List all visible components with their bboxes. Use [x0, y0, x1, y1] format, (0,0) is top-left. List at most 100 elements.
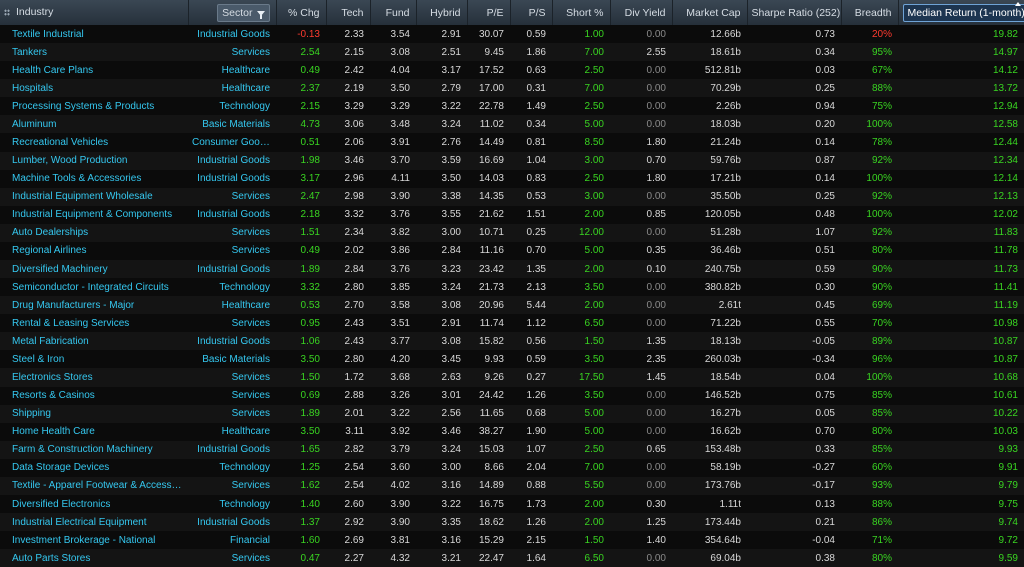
col-header-sharpe[interactable]: Sharpe Ratio (252) — [747, 0, 842, 25]
cell-sector[interactable]: Healthcare — [188, 423, 276, 441]
table-row[interactable]: Electronics Stores Services 1.50 1.72 3.68 2.… — [0, 368, 1024, 387]
cell-sector[interactable]: Industrial Goods — [188, 260, 276, 278]
cell-industry[interactable]: Auto Parts Stores — [0, 549, 188, 567]
sort-descending-icon[interactable] — [1014, 2, 1021, 6]
table-row[interactable]: Investment Brokerage - National Financial… — [0, 531, 1024, 550]
cell-industry[interactable]: Aluminum — [0, 115, 188, 133]
col-header-short[interactable]: Short % — [552, 0, 611, 25]
table-row[interactable]: Steel & Iron Basic Materials 3.50 2.80 4.20 3… — [0, 350, 1024, 369]
table-row[interactable]: Textile - Apparel Footwear & Accessories… — [0, 476, 1024, 496]
col-header-div-yield[interactable]: Div Yield — [610, 0, 673, 25]
table-row[interactable]: Tankers Services 2.54 2.15 3.08 2.51 9.45 1.86 7… — [0, 43, 1024, 62]
cell-sector[interactable]: Technology — [188, 459, 276, 477]
cell-industry[interactable]: Health Care Plans — [0, 61, 188, 79]
cell-sector[interactable]: Industrial Goods — [188, 513, 276, 531]
table-row[interactable]: Shipping Services 1.89 2.01 3.22 2.56 11.65 0.6… — [0, 404, 1024, 423]
cell-sector[interactable]: Basic Materials — [188, 350, 276, 368]
table-row[interactable]: Industrial Equipment & Components Industr… — [0, 205, 1024, 224]
cell-sector[interactable]: Services — [188, 314, 276, 332]
drag-grip-icon[interactable] — [4, 8, 10, 16]
cell-sector[interactable]: Technology — [188, 495, 276, 513]
cell-industry[interactable]: Textile - Apparel Footwear & Accessories — [0, 477, 188, 495]
cell-sector[interactable]: Services — [188, 549, 276, 567]
cell-sector[interactable]: Technology — [188, 278, 276, 296]
cell-sector[interactable]: Industrial Goods — [188, 25, 276, 43]
cell-sector[interactable]: Industrial Goods — [188, 206, 276, 224]
filter-icon[interactable] — [256, 11, 265, 19]
table-row[interactable]: Farm & Construction Machinery Industrial … — [0, 440, 1024, 459]
cell-industry[interactable]: Tankers — [0, 43, 188, 61]
cell-industry[interactable]: Hospitals — [0, 79, 188, 97]
cell-sector[interactable]: Basic Materials — [188, 115, 276, 133]
table-row[interactable]: Machine Tools & Accessories Industrial Go… — [0, 169, 1024, 188]
cell-industry[interactable]: Diversified Electronics — [0, 495, 188, 513]
cell-sector[interactable]: Consumer Goods — [188, 133, 276, 151]
cell-industry[interactable]: Industrial Equipment Wholesale — [0, 188, 188, 206]
cell-sector[interactable]: Industrial Goods — [188, 152, 276, 170]
cell-industry[interactable]: Home Health Care — [0, 423, 188, 441]
cell-industry[interactable]: Rental & Leasing Services — [0, 314, 188, 332]
cell-industry[interactable]: Semiconductor - Integrated Circuits — [0, 278, 188, 296]
cell-sector[interactable]: Services — [188, 368, 276, 386]
table-row[interactable]: Diversified Machinery Industrial Goods 1.8… — [0, 260, 1024, 279]
cell-industry[interactable]: Diversified Machinery — [0, 260, 188, 278]
table-row[interactable]: Textile Industrial Industrial Goods -0.13 2… — [0, 25, 1024, 44]
cell-industry[interactable]: Lumber, Wood Production — [0, 152, 188, 170]
col-header-sector[interactable]: Sector — [188, 0, 277, 25]
table-row[interactable]: Regional Airlines Services 0.49 2.02 3.86 2.8… — [0, 241, 1024, 261]
cell-industry[interactable]: Processing Systems & Products — [0, 97, 188, 115]
table-row[interactable]: Drug Manufacturers - Major Healthcare 0.53… — [0, 296, 1024, 315]
table-row[interactable]: Processing Systems & Products Technology 2… — [0, 97, 1024, 116]
cell-industry[interactable]: Farm & Construction Machinery — [0, 441, 188, 459]
cell-industry[interactable]: Resorts & Casinos — [0, 387, 188, 405]
cell-industry[interactable]: Investment Brokerage - National — [0, 531, 188, 549]
table-row[interactable]: Metal Fabrication Industrial Goods 1.06 2.4… — [0, 332, 1024, 351]
table-row[interactable]: Data Storage Devices Technology 1.25 2.54 3.… — [0, 458, 1024, 477]
table-row[interactable]: Rental & Leasing Services Services 0.95 2.4… — [0, 314, 1024, 333]
col-header-chg[interactable]: % Chg — [276, 0, 327, 25]
col-header-median-return[interactable]: Median Return (1-month) — [898, 0, 1024, 25]
cell-sector[interactable]: Healthcare — [188, 296, 276, 314]
cell-sector[interactable]: Services — [188, 224, 276, 242]
table-row[interactable]: Diversified Electronics Technology 1.40 2.6… — [0, 495, 1024, 514]
cell-industry[interactable]: Regional Airlines — [0, 242, 188, 260]
table-row[interactable]: Auto Dealerships Services 1.51 2.34 3.82 3.00… — [0, 223, 1024, 242]
cell-industry[interactable]: Shipping — [0, 405, 188, 423]
col-header-market-cap[interactable]: Market Cap — [672, 0, 748, 25]
col-header-fund[interactable]: Fund — [370, 0, 417, 25]
table-row[interactable]: Auto Parts Stores Services 0.47 2.27 4.32 3.2… — [0, 549, 1024, 567]
cell-sector[interactable]: Technology — [188, 97, 276, 115]
table-row[interactable]: Industrial Electrical Equipment Industria… — [0, 513, 1024, 532]
cell-industry[interactable]: Industrial Electrical Equipment — [0, 513, 188, 531]
col-header-tech[interactable]: Tech — [326, 0, 371, 25]
cell-sector[interactable]: Services — [188, 43, 276, 61]
cell-industry[interactable]: Steel & Iron — [0, 350, 188, 368]
table-row[interactable]: Industrial Equipment Wholesale Services 2.… — [0, 187, 1024, 206]
cell-sector[interactable]: Financial — [188, 531, 276, 549]
cell-industry[interactable]: Textile Industrial — [0, 25, 188, 43]
col-header-breadth[interactable]: Breadth — [841, 0, 899, 25]
cell-industry[interactable]: Recreational Vehicles — [0, 133, 188, 151]
col-header-industry[interactable]: Industry — [0, 0, 189, 25]
cell-industry[interactable]: Drug Manufacturers - Major — [0, 296, 188, 314]
col-header-hybrid[interactable]: Hybrid — [416, 0, 468, 25]
cell-industry[interactable]: Metal Fabrication — [0, 332, 188, 350]
table-row[interactable]: Lumber, Wood Production Industrial Goods 1… — [0, 151, 1024, 170]
table-row[interactable]: Health Care Plans Healthcare 0.49 2.42 4.04 3… — [0, 61, 1024, 80]
cell-sector[interactable]: Services — [188, 188, 276, 206]
cell-industry[interactable]: Electronics Stores — [0, 368, 188, 386]
table-row[interactable]: Semiconductor - Integrated Circuits Techn… — [0, 278, 1024, 297]
cell-industry[interactable]: Machine Tools & Accessories — [0, 170, 188, 188]
cell-sector[interactable]: Industrial Goods — [188, 441, 276, 459]
cell-industry[interactable]: Industrial Equipment & Components — [0, 206, 188, 224]
cell-sector[interactable]: Healthcare — [188, 79, 276, 97]
cell-sector[interactable]: Services — [188, 405, 276, 423]
table-row[interactable]: Hospitals Healthcare 2.37 2.19 3.50 2.79 17.00… — [0, 79, 1024, 98]
cell-sector[interactable]: Healthcare — [188, 61, 276, 79]
cell-sector[interactable]: Services — [188, 242, 276, 260]
cell-industry[interactable]: Data Storage Devices — [0, 459, 188, 477]
table-row[interactable]: Resorts & Casinos Services 0.69 2.88 3.26 3.0… — [0, 386, 1024, 405]
table-row[interactable]: Recreational Vehicles Consumer Goods 0.51 2… — [0, 133, 1024, 152]
table-row[interactable]: Home Health Care Healthcare 3.50 3.11 3.92 3.… — [0, 422, 1024, 441]
cell-industry[interactable]: Auto Dealerships — [0, 224, 188, 242]
